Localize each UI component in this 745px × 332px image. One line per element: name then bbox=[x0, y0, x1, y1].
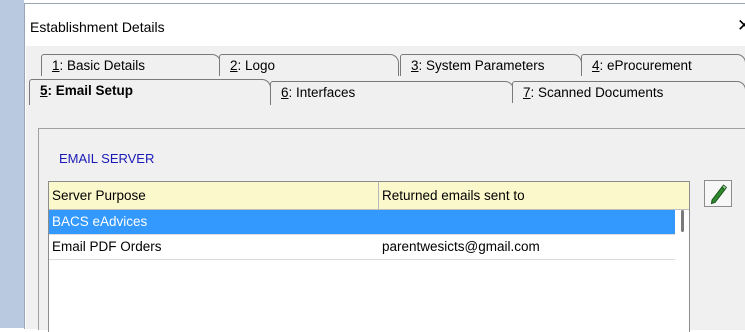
tab-label: : Scanned Documents bbox=[530, 85, 664, 100]
table-row[interactable]: Email PDF Orders parentwesicts@gmail.com bbox=[49, 235, 675, 259]
tab-accelerator: 6 bbox=[281, 85, 289, 100]
scrollbar-thumb[interactable] bbox=[681, 210, 684, 232]
tab-label: : eProcurement bbox=[599, 58, 692, 73]
tab-accelerator: 5 bbox=[40, 83, 48, 98]
tab-label: : Email Setup bbox=[47, 83, 134, 98]
tab-accelerator: 4 bbox=[592, 58, 600, 73]
vertical-scrollbar[interactable] bbox=[675, 210, 689, 332]
dialog-body: 1: Basic Details 2: Logo 3: System Param… bbox=[26, 46, 745, 332]
tab-scanned-documents[interactable]: 7: Scanned Documents bbox=[512, 81, 745, 103]
tab-label: : Logo bbox=[237, 58, 276, 73]
cell-returned-to: parentwesicts@gmail.com bbox=[382, 239, 540, 254]
column-header-server-purpose[interactable]: Server Purpose bbox=[52, 188, 146, 203]
tab-eprocurement[interactable]: 4: eProcurement bbox=[581, 54, 745, 76]
tab-interfaces[interactable]: 6: Interfaces bbox=[270, 81, 514, 103]
cell-server-purpose: Email PDF Orders bbox=[52, 239, 162, 254]
section-label-email-server: EMAIL SERVER bbox=[59, 151, 155, 166]
tab-system-parameters[interactable]: 3: System Parameters bbox=[400, 54, 582, 76]
email-server-grid: Server Purpose Returned emails sent to B… bbox=[48, 181, 690, 332]
window-title: Establishment Details bbox=[30, 19, 165, 35]
tab-basic-details[interactable]: 1: Basic Details bbox=[41, 54, 221, 76]
tab-logo[interactable]: 2: Logo bbox=[219, 54, 399, 76]
row-divider bbox=[49, 259, 675, 260]
edit-button[interactable] bbox=[704, 180, 732, 207]
title-bar: Establishment Details ✕ bbox=[25, 4, 745, 46]
tab-accelerator: 3 bbox=[411, 58, 419, 73]
tab-accelerator: 1 bbox=[52, 58, 60, 73]
pencil-icon bbox=[705, 184, 731, 209]
tab-accelerator: 2 bbox=[230, 58, 238, 73]
tab-label: : Interfaces bbox=[288, 85, 356, 100]
desktop-background bbox=[0, 0, 24, 328]
tab-accelerator: 7 bbox=[523, 85, 531, 100]
tab-email-setup[interactable]: 5: Email Setup bbox=[29, 79, 271, 105]
cell-server-purpose: BACS eAdvices bbox=[52, 214, 148, 229]
close-icon[interactable]: ✕ bbox=[737, 17, 745, 34]
tab-label: : System Parameters bbox=[418, 58, 545, 73]
email-setup-panel: EMAIL SERVER Server Purpose Returned ema… bbox=[38, 128, 745, 332]
table-row[interactable]: BACS eAdvices bbox=[49, 210, 675, 234]
tab-label: : Basic Details bbox=[59, 58, 146, 73]
column-header-returned-emails[interactable]: Returned emails sent to bbox=[382, 188, 525, 203]
establishment-details-window: Establishment Details ✕ 1: Basic Details… bbox=[24, 3, 745, 332]
column-divider[interactable] bbox=[378, 182, 379, 209]
grid-header: Server Purpose Returned emails sent to bbox=[49, 182, 689, 210]
